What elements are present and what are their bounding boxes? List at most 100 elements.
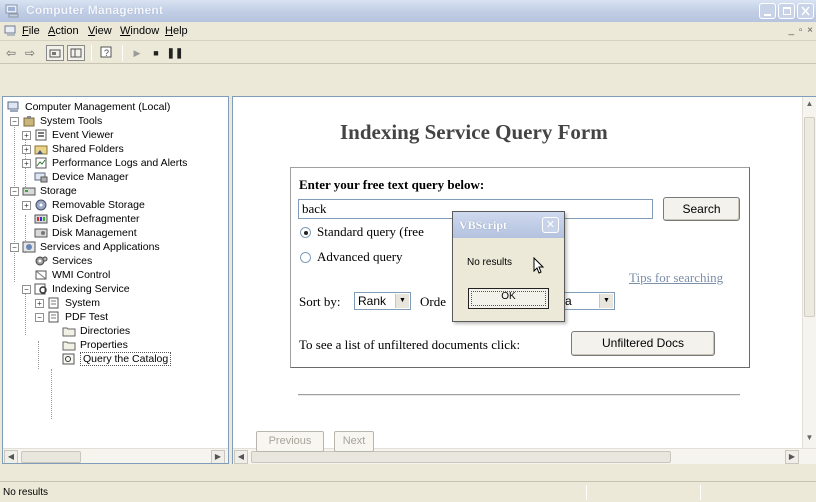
scroll-up-icon[interactable]: ▲ [803,99,816,113]
unfiltered-docs-button[interactable]: Unfiltered Docs [571,331,715,356]
disk-management-icon [34,228,48,238]
tree-item-system-tools[interactable]: − System Tools [10,114,102,128]
computer-icon [7,101,19,112]
standard-query-option[interactable]: Standard query (free [300,224,424,240]
services-gear-icon [35,256,48,266]
back-arrow-icon[interactable]: ⇦ [2,45,20,61]
tree-item-query-the-catalog[interactable]: Query the Catalog [62,352,172,366]
performance-logs-icon [35,157,47,169]
collapse-icon[interactable]: − [10,242,19,252]
collapse-icon[interactable]: − [10,116,19,126]
advanced-query-label: Advanced query [317,249,403,264]
horizontal-rule [298,394,740,396]
close-icon: ✕ [545,219,556,231]
dialog-ok-button[interactable]: OK [468,288,549,309]
toolbar: ⇦ ⇨ ? ▶ ■ ❚❚ [0,42,816,64]
tree-item-indexing-service[interactable]: − Indexing Service [22,282,130,296]
tree-item-disk-defragmenter[interactable]: Disk Defragmenter [34,212,140,226]
menu-action[interactable]: Action [48,25,79,37]
tree-item-pdf-test[interactable]: − PDF Test [35,310,108,324]
tree-item-label: Indexing Service [52,283,130,295]
menu-view[interactable]: View [88,25,112,37]
tree-item-directories[interactable]: Directories [62,324,130,338]
shared-folder-icon [34,145,48,155]
menu-file[interactable]: File [22,25,40,37]
menu-bar: File Action View Window Help _ ▫ × [0,22,816,41]
collapse-icon[interactable]: − [10,186,19,196]
expand-icon[interactable]: + [35,298,44,308]
radio-selected[interactable] [300,226,311,238]
tree-horizontal-scrollbar[interactable]: ◀ ▶ [3,448,228,463]
scrollbar-thumb[interactable] [21,451,81,463]
computer-management-icon [5,4,19,18]
query-catalog-icon [62,353,75,365]
expand-icon[interactable]: + [22,200,31,210]
storage-icon [22,187,36,196]
removable-storage-icon [35,199,47,211]
status-separator [586,485,587,500]
tree-item-event-viewer[interactable]: + Event Viewer [22,128,114,142]
tree-item-label: PDF Test [65,311,108,323]
scrollbar-thumb[interactable] [804,117,815,317]
scroll-left-icon[interactable]: ◀ [234,450,248,464]
dialog-close-button[interactable]: ✕ [542,217,559,233]
expand-icon[interactable]: + [22,158,31,168]
next-button[interactable]: Next [334,431,374,452]
tree-item-services-and-applications[interactable]: − Services and Applications [10,240,160,254]
menu-help[interactable]: Help [165,25,188,37]
catalog-icon [48,297,59,309]
tree-item-services[interactable]: Services [34,254,92,268]
scroll-left-icon[interactable]: ◀ [4,450,18,463]
search-button[interactable]: Search [663,197,740,221]
help-icon[interactable]: ? [98,45,116,61]
stop-icon[interactable]: ■ [147,45,165,61]
scroll-right-icon[interactable]: ▶ [785,450,799,464]
services-applications-icon [22,241,36,253]
dialog-title: VBScript [459,218,507,232]
menu-window[interactable]: Window [120,25,159,37]
up-folder-icon[interactable] [46,45,64,61]
tree-item-label: System Tools [40,115,103,127]
tree-item-label: Services [52,255,93,267]
radio-unselected[interactable] [300,251,311,263]
details-vertical-scrollbar[interactable]: ▲ ▼ [802,97,816,449]
disk-defragmenter-icon [34,214,48,224]
collapse-icon[interactable]: − [22,284,31,294]
previous-button[interactable]: Previous [256,431,324,452]
close-button[interactable] [797,3,814,19]
collapse-icon[interactable]: − [35,312,44,322]
tree-item-shared-folders[interactable]: + Shared Folders [22,142,124,156]
sort-by-select[interactable]: Rank ▼ [354,292,411,310]
pause-icon[interactable]: ❚❚ [166,45,184,61]
tree-item-system-catalog[interactable]: + System [35,296,100,310]
scroll-right-icon[interactable]: ▶ [211,450,225,463]
advanced-query-option[interactable]: Advanced query [300,249,403,265]
tree-item-storage[interactable]: − Storage [10,184,77,198]
console-tree: Computer Management (Local) − System Too… [2,96,229,464]
tips-for-searching-link[interactable]: Tips for searching [629,270,723,286]
tree-item-performance-logs[interactable]: + Performance Logs and Alerts [22,156,187,170]
tree-item-properties[interactable]: Properties [62,338,128,352]
scrollbar-thumb[interactable] [251,451,671,463]
tree-item-computer-management[interactable]: Computer Management (Local) [7,100,170,114]
forward-arrow-icon[interactable]: ⇨ [21,45,39,61]
chevron-down-icon: ▼ [395,294,409,308]
title-bar[interactable]: Computer Management [0,0,816,22]
child-window-controls[interactable]: _ ▫ × [788,25,814,36]
maximize-button[interactable] [778,3,795,19]
system-menu-icon[interactable] [4,25,18,37]
scroll-down-icon[interactable]: ▼ [803,433,816,447]
tree-item-label: Computer Management (Local) [25,101,171,113]
show-hide-tree-icon[interactable] [67,45,85,61]
expand-icon[interactable]: + [22,144,31,154]
play-icon[interactable]: ▶ [128,45,146,61]
expand-icon[interactable]: + [22,130,31,140]
tree-item-disk-management[interactable]: Disk Management [34,226,137,240]
tree-item-wmi-control[interactable]: WMI Control [34,268,110,282]
order-select[interactable]: a ▼ [561,292,615,310]
minimize-button[interactable] [759,3,776,19]
wmi-control-icon [35,270,47,280]
dialog-title-bar[interactable]: VBScript ✕ [453,212,564,238]
tree-item-device-manager[interactable]: Device Manager [34,170,128,184]
tree-item-removable-storage[interactable]: + Removable Storage [22,198,145,212]
